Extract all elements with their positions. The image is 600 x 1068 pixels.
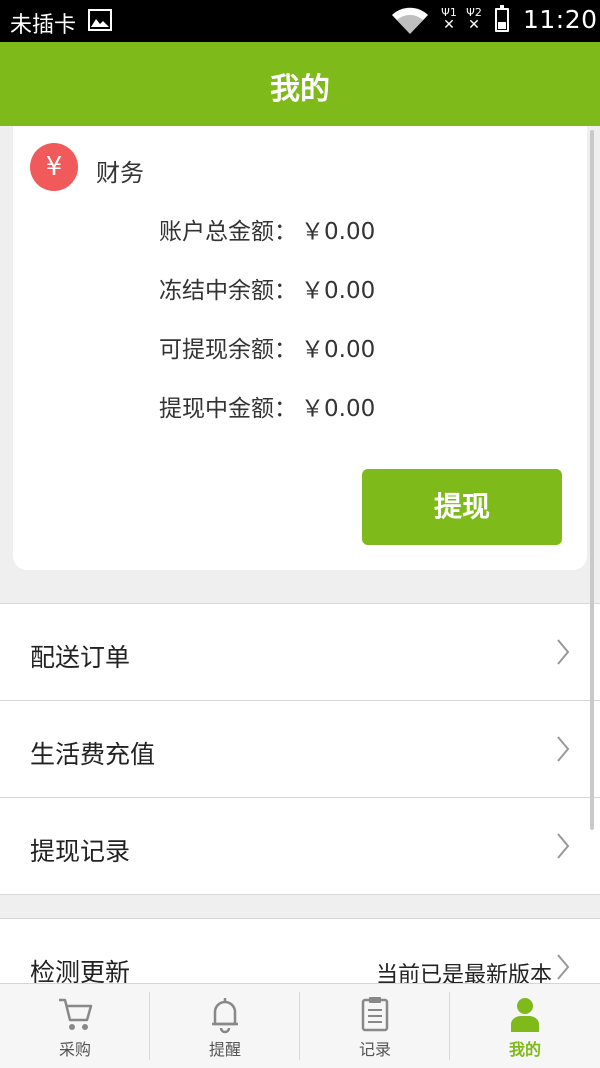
menu-item-label: 提现记录 (30, 837, 131, 866)
person-icon (505, 994, 545, 1034)
tab-records[interactable]: 记录 (300, 984, 450, 1068)
withdraw-button[interactable]: 提现 (362, 469, 562, 545)
balance-frozen-label: 冻结中余额： (159, 278, 297, 304)
balance-withdrawable-value: ￥0.00 (301, 337, 376, 363)
tab-label: 我的 (508, 1040, 541, 1059)
app-header: 我的 (0, 42, 600, 126)
sim1-icon: Ψ1 ✕ (441, 6, 457, 33)
menu-item-label: 生活费充值 (30, 740, 156, 769)
clipboard-icon (355, 994, 395, 1034)
menu-item-delivery-orders[interactable]: 配送订单 (0, 604, 600, 701)
battery-icon (495, 5, 509, 32)
chevron-right-icon (556, 953, 570, 985)
balance-pending-label: 提现中金额： (159, 396, 297, 422)
sim2-icon: Ψ2 ✕ (466, 6, 482, 33)
tab-label: 采购 (58, 1040, 91, 1059)
tab-label: 提醒 (208, 1040, 241, 1059)
finance-card: ¥ 财务 账户总金额： ￥0.00 冻结中余额： ￥0.00 可提现余额： ￥0… (13, 126, 587, 570)
wifi-icon (390, 6, 430, 40)
balance-total-value: ￥0.00 (301, 219, 376, 245)
chevron-right-icon (556, 638, 570, 670)
menu-item-withdraw-records[interactable]: 提现记录 (0, 798, 600, 894)
chevron-right-icon (556, 735, 570, 767)
menu-item-check-update[interactable]: 检测更新 当前已是最新版本 (0, 919, 600, 986)
bell-icon (205, 994, 245, 1034)
menu-item-living-recharge[interactable]: 生活费充值 (0, 701, 600, 798)
carrier-text: 未插卡 (10, 13, 77, 38)
balance-total-label: 账户总金额： (159, 219, 297, 245)
clock: 11:20 (523, 5, 598, 34)
image-notification-icon (88, 9, 112, 31)
cart-icon (55, 994, 95, 1034)
tab-label: 记录 (358, 1040, 391, 1059)
yuan-icon: ¥ (30, 143, 78, 191)
chevron-right-icon (556, 832, 570, 864)
balance-withdrawable-label: 可提现余额： (159, 337, 297, 363)
finance-label: 财务 (96, 159, 144, 187)
page-title: 我的 (270, 72, 330, 107)
balance-frozen-value: ￥0.00 (301, 278, 376, 304)
check-update-label: 检测更新 (30, 958, 131, 986)
menu-item-label: 配送订单 (30, 643, 131, 672)
tab-purchase[interactable]: 采购 (0, 984, 150, 1068)
tab-reminder[interactable]: 提醒 (150, 984, 300, 1068)
balance-pending-value: ￥0.00 (301, 396, 376, 422)
status-bar: 未插卡 Ψ1 ✕ Ψ2 ✕ 11:20 (0, 0, 600, 42)
tab-mine[interactable]: 我的 (450, 984, 600, 1068)
menu-list: 配送订单 生活费充值 提现记录 (0, 603, 600, 895)
bottom-tab-bar: 采购 提醒 记录 我的 (0, 983, 600, 1068)
update-group: 检测更新 当前已是最新版本 (0, 918, 600, 986)
scrollbar[interactable] (590, 130, 594, 830)
update-status-text: 当前已是最新版本 (375, 963, 552, 986)
